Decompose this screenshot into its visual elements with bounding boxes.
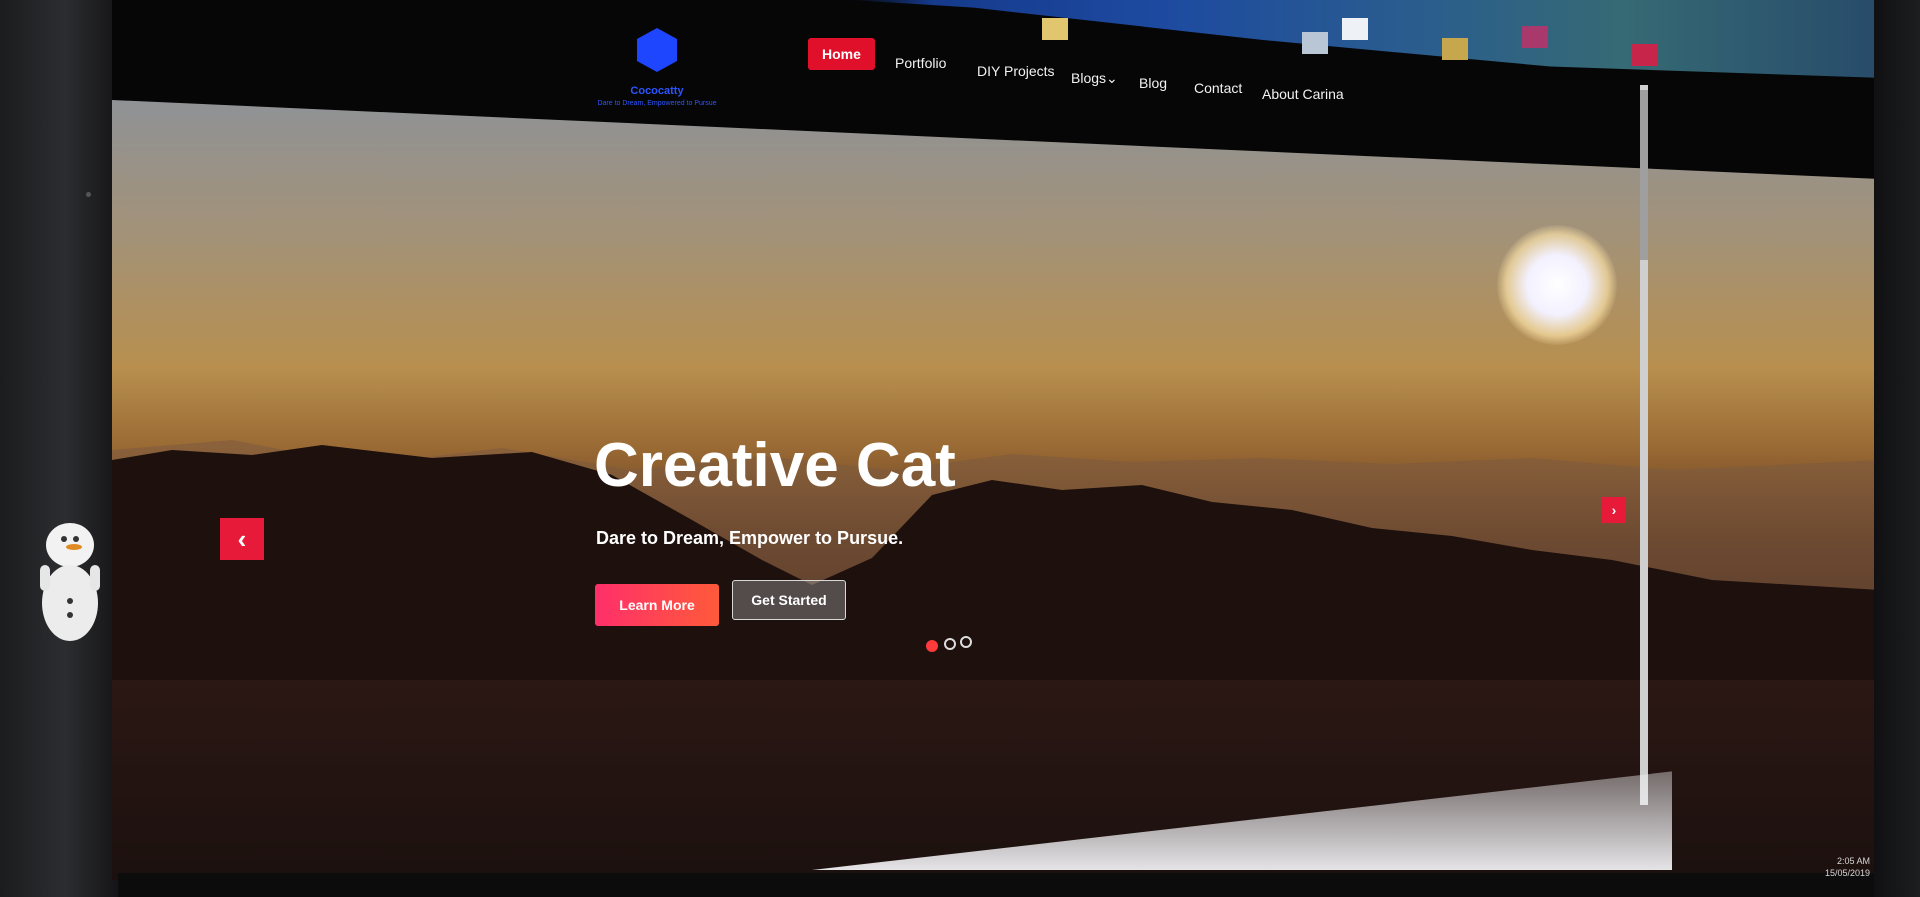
sun [1497, 225, 1617, 345]
monitor-bezel-bottom [118, 873, 1874, 897]
screen: Cococatty Dare to Dream, Empowered to Pu… [112, 0, 1880, 880]
slide-dot-2[interactable] [944, 638, 956, 650]
pixel-block [1042, 18, 1068, 40]
snowman-figurine [40, 523, 100, 641]
landscape-silhouette [112, 440, 1880, 680]
hero-subtitle: Dare to Dream, Empower to Pursue. [596, 528, 904, 548]
slide-dot-1[interactable] [926, 640, 938, 652]
nav-portfolio[interactable]: Portfolio [895, 55, 946, 71]
pixel-block [1522, 26, 1548, 48]
pixel-block [1302, 32, 1328, 54]
slide-dot-3[interactable] [960, 636, 972, 648]
taskbar-blur [850, 0, 1880, 78]
logo-name: Cococatty [630, 85, 684, 97]
get-started-button[interactable]: Get Started [732, 580, 846, 620]
pixel-block [1632, 44, 1658, 66]
clock-date: 15/05/2019 [1824, 868, 1870, 878]
pixel-block [1342, 18, 1368, 40]
site-logo[interactable]: Cococatty Dare to Dream, Empowered to Pu… [582, 26, 732, 116]
pixel-block [1442, 38, 1468, 60]
chevron-right-icon: › [1611, 502, 1617, 518]
learn-more-button[interactable]: Learn More [595, 584, 719, 626]
nav-home[interactable]: Home [808, 38, 875, 70]
nav-blogs[interactable]: Blogs⌄ [1071, 70, 1118, 87]
nav-contact[interactable]: Contact [1194, 80, 1242, 96]
clock-time: 2:05 AM [1836, 856, 1870, 866]
monitor-bezel-left [0, 0, 118, 897]
system-tray-clock[interactable]: 2:05 AM 15/05/2019 [1825, 855, 1870, 879]
slider-prev-button[interactable]: ‹ [220, 518, 264, 560]
bezel-dot [86, 192, 91, 197]
hero-slider: Creative Cat Dare to Dream, Empower to P… [112, 100, 1880, 880]
chevron-down-icon: ⌄ [1106, 70, 1118, 86]
chevron-left-icon: ‹ [237, 524, 247, 554]
logo-tagline: Dare to Dream, Empowered to Pursue [597, 100, 717, 107]
nav-blog[interactable]: Blog [1139, 75, 1167, 91]
hexagon-logo-icon [637, 28, 677, 72]
nav-diy-projects[interactable]: DIY Projects [977, 63, 1055, 79]
nav-blogs-label: Blogs [1071, 70, 1107, 86]
slider-next-button[interactable]: › [1602, 497, 1626, 523]
nav-about-carina[interactable]: About Carina [1262, 86, 1344, 102]
hero-title: Creative Cat [594, 431, 956, 500]
scrollbar-thumb[interactable] [1640, 90, 1648, 260]
monitor-bezel-right [1874, 0, 1920, 897]
